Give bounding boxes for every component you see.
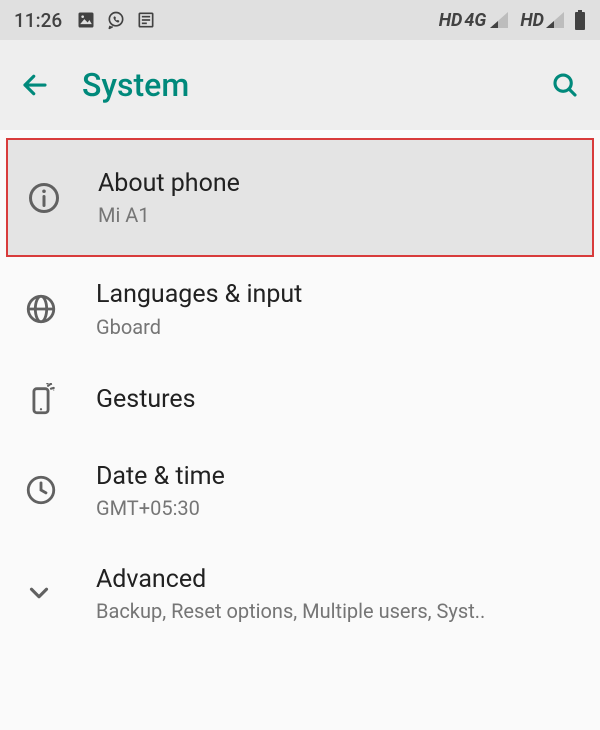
item-languages-input[interactable]: Languages & input Gboard	[0, 257, 600, 360]
item-title: Gestures	[96, 384, 580, 415]
info-icon	[26, 180, 62, 216]
battery-icon	[574, 10, 586, 30]
hd-indicator-2: HD	[520, 10, 544, 31]
settings-list: About phone Mi A1 Languages & input Gboa…	[0, 130, 600, 645]
globe-icon	[24, 292, 58, 326]
item-gestures[interactable]: Gestures	[0, 361, 600, 439]
gallery-icon	[76, 10, 96, 30]
status-bar: 11:26 HD 4G HD	[0, 0, 600, 40]
chevron-down-icon	[24, 578, 54, 608]
page-title: System	[82, 66, 550, 104]
item-subtitle: Gboard	[96, 315, 556, 339]
network-type: 4G	[464, 10, 486, 31]
item-title: Advanced	[96, 564, 580, 595]
whatsapp-icon	[106, 10, 126, 30]
news-icon	[136, 10, 156, 30]
item-title: About phone	[98, 168, 578, 199]
item-about-phone[interactable]: About phone Mi A1	[6, 138, 594, 257]
item-subtitle: Mi A1	[98, 203, 558, 227]
clock-icon	[24, 473, 58, 507]
item-subtitle: GMT+05:30	[96, 496, 556, 520]
back-button[interactable]	[20, 70, 50, 100]
search-button[interactable]	[550, 70, 580, 100]
item-date-time[interactable]: Date & time GMT+05:30	[0, 439, 600, 542]
item-title: Languages & input	[96, 279, 580, 310]
item-advanced[interactable]: Advanced Backup, Reset options, Multiple…	[0, 542, 600, 645]
signal-icon-2	[546, 12, 564, 28]
gestures-icon	[24, 383, 58, 417]
hd-indicator-1: HD	[439, 10, 463, 31]
item-subtitle: Backup, Reset options, Multiple users, S…	[96, 599, 556, 623]
item-title: Date & time	[96, 461, 580, 492]
signal-icon-1	[490, 12, 508, 28]
status-time: 11:26	[14, 9, 62, 32]
app-bar: System	[0, 40, 600, 130]
